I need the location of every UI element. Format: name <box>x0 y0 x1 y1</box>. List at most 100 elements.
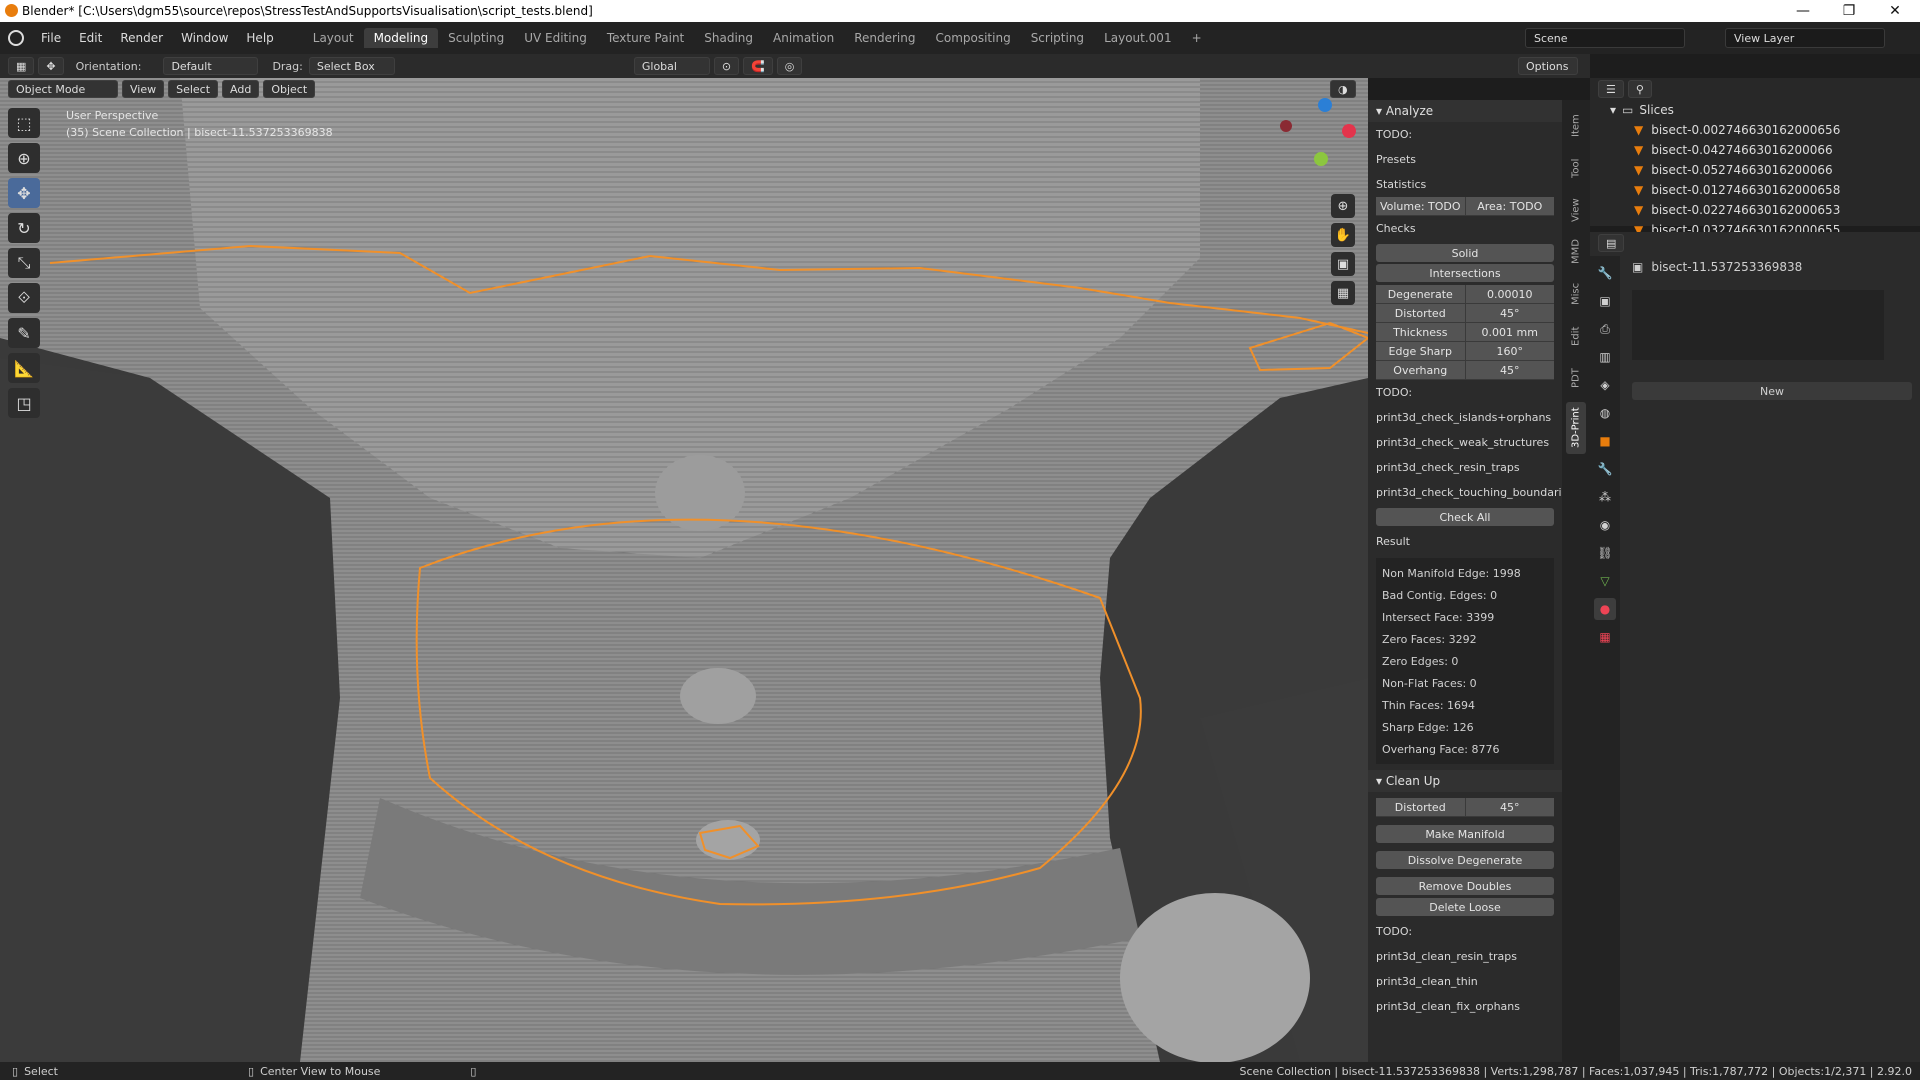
maximize-button[interactable]: ❐ <box>1826 0 1872 22</box>
tab-item[interactable]: Item <box>1566 108 1586 144</box>
add-menu[interactable]: Add <box>222 80 260 98</box>
result-item[interactable]: Non Manifold Edge: 1998 <box>1376 562 1554 584</box>
physics-props-icon[interactable]: ◉ <box>1594 514 1616 536</box>
render-props-icon[interactable]: ▣ <box>1594 290 1616 312</box>
modifier-props-icon[interactable]: 🔧 <box>1594 458 1616 480</box>
cursor-icon[interactable]: ⊕ <box>8 143 40 173</box>
check-value[interactable]: 160° <box>1466 342 1555 360</box>
dissolve-degenerate-button[interactable]: Dissolve Degenerate <box>1376 851 1554 869</box>
intersections-button[interactable]: Intersections <box>1376 264 1554 282</box>
pivot-icon[interactable]: ⊙ <box>713 57 740 75</box>
annotate-icon[interactable]: ✎ <box>8 318 40 348</box>
camera-icon[interactable]: ▣ <box>1331 252 1355 276</box>
rotate-icon[interactable]: ↻ <box>8 213 40 243</box>
proportional-edit-icon[interactable]: ◎ <box>776 57 803 75</box>
object-menu[interactable]: Object <box>263 80 316 98</box>
mode-dropdown[interactable]: Object Mode <box>8 80 118 98</box>
check-row-overhang[interactable]: Overhang 45° <box>1376 361 1554 380</box>
check-value[interactable]: 0.001 mm <box>1466 323 1555 341</box>
delete-loose-button[interactable]: Delete Loose <box>1376 898 1554 916</box>
collection-name[interactable]: Slices <box>1639 103 1674 117</box>
new-material-button[interactable]: New <box>1632 382 1912 400</box>
view-layer-selector[interactable]: View Layer <box>1725 28 1885 48</box>
tab-scripting[interactable]: Scripting <box>1021 28 1094 48</box>
tab-animation[interactable]: Animation <box>763 28 844 48</box>
transform-icon[interactable]: ⟐ <box>8 283 40 313</box>
remove-doubles-button[interactable]: Remove Doubles <box>1376 877 1554 895</box>
outliner-item-label[interactable]: bisect-0.022746630162000653 <box>1651 203 1840 217</box>
tab-view[interactable]: View <box>1566 192 1586 228</box>
z-axis-icon[interactable] <box>1318 98 1332 112</box>
transform-orientation-dropdown[interactable]: Global <box>633 57 710 75</box>
analyze-panel-header[interactable]: ▾ Analyze <box>1368 100 1562 122</box>
result-item[interactable]: Bad Contig. Edges: 0 <box>1376 584 1554 606</box>
check-value[interactable]: 45° <box>1466 361 1555 379</box>
outliner-item[interactable]: ▼ bisect-0.05274663016200066 <box>1590 160 1920 180</box>
properties-editor-type-icon[interactable]: ▤ <box>1598 234 1625 252</box>
drag-dropdown[interactable]: Select Box <box>308 57 395 75</box>
solid-button[interactable]: Solid <box>1376 244 1554 262</box>
check-all-button[interactable]: Check All <box>1376 508 1554 526</box>
view-menu[interactable]: View <box>122 80 165 98</box>
select-box-icon[interactable]: ⬚ <box>8 108 40 138</box>
tab-layout-001[interactable]: Layout.001 <box>1094 28 1182 48</box>
tab-rendering[interactable]: Rendering <box>844 28 925 48</box>
result-item[interactable]: Zero Faces: 3292 <box>1376 628 1554 650</box>
check-row-distorted[interactable]: Distorted 45° <box>1376 304 1554 323</box>
snap-icon[interactable]: 🧲 <box>743 57 773 75</box>
check-value[interactable]: 45° <box>1466 304 1555 322</box>
data-props-icon[interactable]: ▽ <box>1594 570 1616 592</box>
result-item[interactable]: Sharp Edge: 126 <box>1376 716 1554 738</box>
make-manifold-button[interactable]: Make Manifold <box>1376 825 1554 843</box>
close-button[interactable]: ✕ <box>1872 0 1918 22</box>
add-workspace-button[interactable]: + <box>1182 28 1212 48</box>
measure-icon[interactable]: 📐 <box>8 353 40 383</box>
view-layer-props-icon[interactable]: ▥ <box>1594 346 1616 368</box>
check-row-thickness[interactable]: Thickness 0.001 mm <box>1376 323 1554 342</box>
result-item[interactable]: Overhang Face: 8776 <box>1376 738 1554 760</box>
blender-menu-icon[interactable] <box>8 30 24 46</box>
menu-file[interactable]: File <box>32 31 70 45</box>
constraints-props-icon[interactable]: ⛓ <box>1594 542 1616 564</box>
result-item[interactable]: Thin Faces: 1694 <box>1376 694 1554 716</box>
options-button[interactable]: Options <box>1518 57 1578 75</box>
zoom-icon[interactable]: ⊕ <box>1331 194 1355 218</box>
minimize-button[interactable]: — <box>1780 0 1826 22</box>
outliner-collection-row[interactable]: ▾ ▭ Slices <box>1590 100 1920 120</box>
transform-tool-icon[interactable]: ✥ <box>38 57 64 75</box>
editor-type-icon[interactable]: ▦ <box>8 57 35 75</box>
tab-edit[interactable]: Edit <box>1566 318 1586 354</box>
outliner-item[interactable]: ▼ bisect-0.022746630162000653 <box>1590 200 1920 220</box>
tab-modeling[interactable]: Modeling <box>363 28 439 48</box>
x-axis-icon[interactable] <box>1342 124 1356 138</box>
tab-mmd[interactable]: MMD <box>1566 234 1586 270</box>
texture-props-icon[interactable]: ▦ <box>1594 626 1616 648</box>
check-value[interactable]: 0.00010 <box>1466 285 1555 303</box>
output-props-icon[interactable]: ⎙ <box>1594 318 1616 340</box>
navigation-gizmo[interactable] <box>1268 96 1356 176</box>
area-button[interactable]: Area: TODO <box>1466 197 1555 215</box>
result-item[interactable]: Intersect Face: 3399 <box>1376 606 1554 628</box>
orientation-dropdown[interactable]: Default <box>163 57 259 75</box>
outliner-item[interactable]: ▼ bisect-0.04274663016200066 <box>1590 140 1920 160</box>
3d-viewport[interactable]: Object Mode View Select Add Object ◑ Use… <box>0 78 1368 1062</box>
tab-uv-editing[interactable]: UV Editing <box>514 28 597 48</box>
menu-edit[interactable]: Edit <box>70 31 111 45</box>
select-menu[interactable]: Select <box>168 80 219 98</box>
check-row-edge-sharp[interactable]: Edge Sharp 160° <box>1376 342 1554 361</box>
outliner-item[interactable]: ▼ bisect-0.012746630162000658 <box>1590 180 1920 200</box>
world-props-icon[interactable]: ◍ <box>1594 402 1616 424</box>
outliner-item-label[interactable]: bisect-0.002746630162000656 <box>1651 123 1840 137</box>
result-item[interactable]: Zero Edges: 0 <box>1376 650 1554 672</box>
neg-x-axis-icon[interactable] <box>1280 120 1292 132</box>
material-props-icon[interactable]: ● <box>1594 598 1616 620</box>
filter-icon[interactable]: ⚲ <box>1627 80 1652 98</box>
add-cube-icon[interactable]: ◳ <box>8 388 40 418</box>
tab-shading[interactable]: Shading <box>694 28 763 48</box>
tab-misc[interactable]: Misc <box>1566 276 1586 312</box>
outliner-item-label[interactable]: bisect-0.05274663016200066 <box>1651 163 1832 177</box>
tab-pdt[interactable]: PDT <box>1566 360 1586 396</box>
menu-window[interactable]: Window <box>172 31 237 45</box>
grid-perspective-icon[interactable]: ▦ <box>1331 281 1355 305</box>
tab-layout[interactable]: Layout <box>303 28 364 48</box>
